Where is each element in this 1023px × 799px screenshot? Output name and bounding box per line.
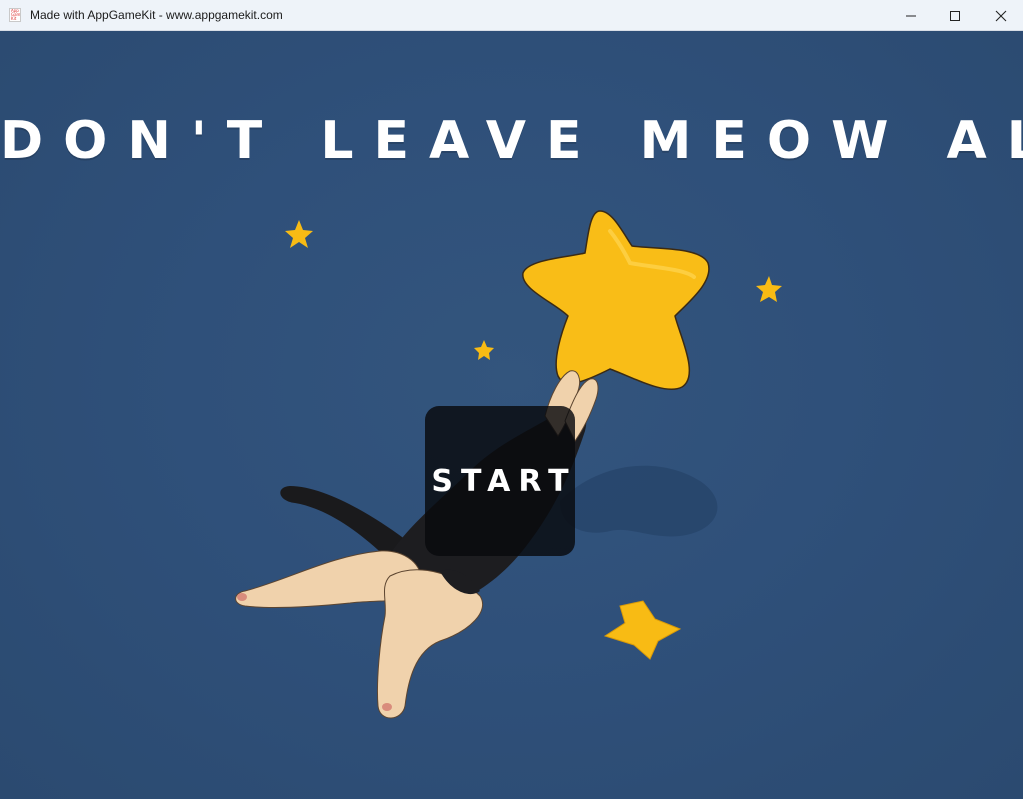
window-title: Made with AppGameKit - www.appgamekit.co…	[30, 8, 283, 22]
maximize-icon	[950, 10, 960, 21]
minimize-button[interactable]	[888, 0, 934, 31]
close-icon	[995, 10, 1007, 21]
start-button-label: START	[431, 463, 577, 499]
app-window: App Game Kit Made with AppGameKit - www.…	[0, 0, 1023, 799]
bottom-star-icon	[603, 600, 682, 660]
cat-shadow-illustration	[560, 465, 718, 537]
title-bar[interactable]: App Game Kit Made with AppGameKit - www.…	[0, 0, 1023, 31]
minimize-icon	[906, 15, 916, 16]
small-star-icon	[474, 340, 494, 360]
maximize-button[interactable]	[932, 0, 978, 31]
close-button[interactable]	[978, 0, 1023, 31]
small-star-icon	[285, 220, 313, 248]
start-button[interactable]: START	[425, 406, 575, 556]
small-star-icon	[756, 276, 782, 302]
appgamekit-logo-icon: App Game Kit	[9, 8, 21, 22]
game-canvas[interactable]: DON'T LEAVE MEOW ALONE! START	[0, 31, 1023, 799]
game-title: DON'T LEAVE MEOW ALONE!	[0, 111, 1023, 171]
